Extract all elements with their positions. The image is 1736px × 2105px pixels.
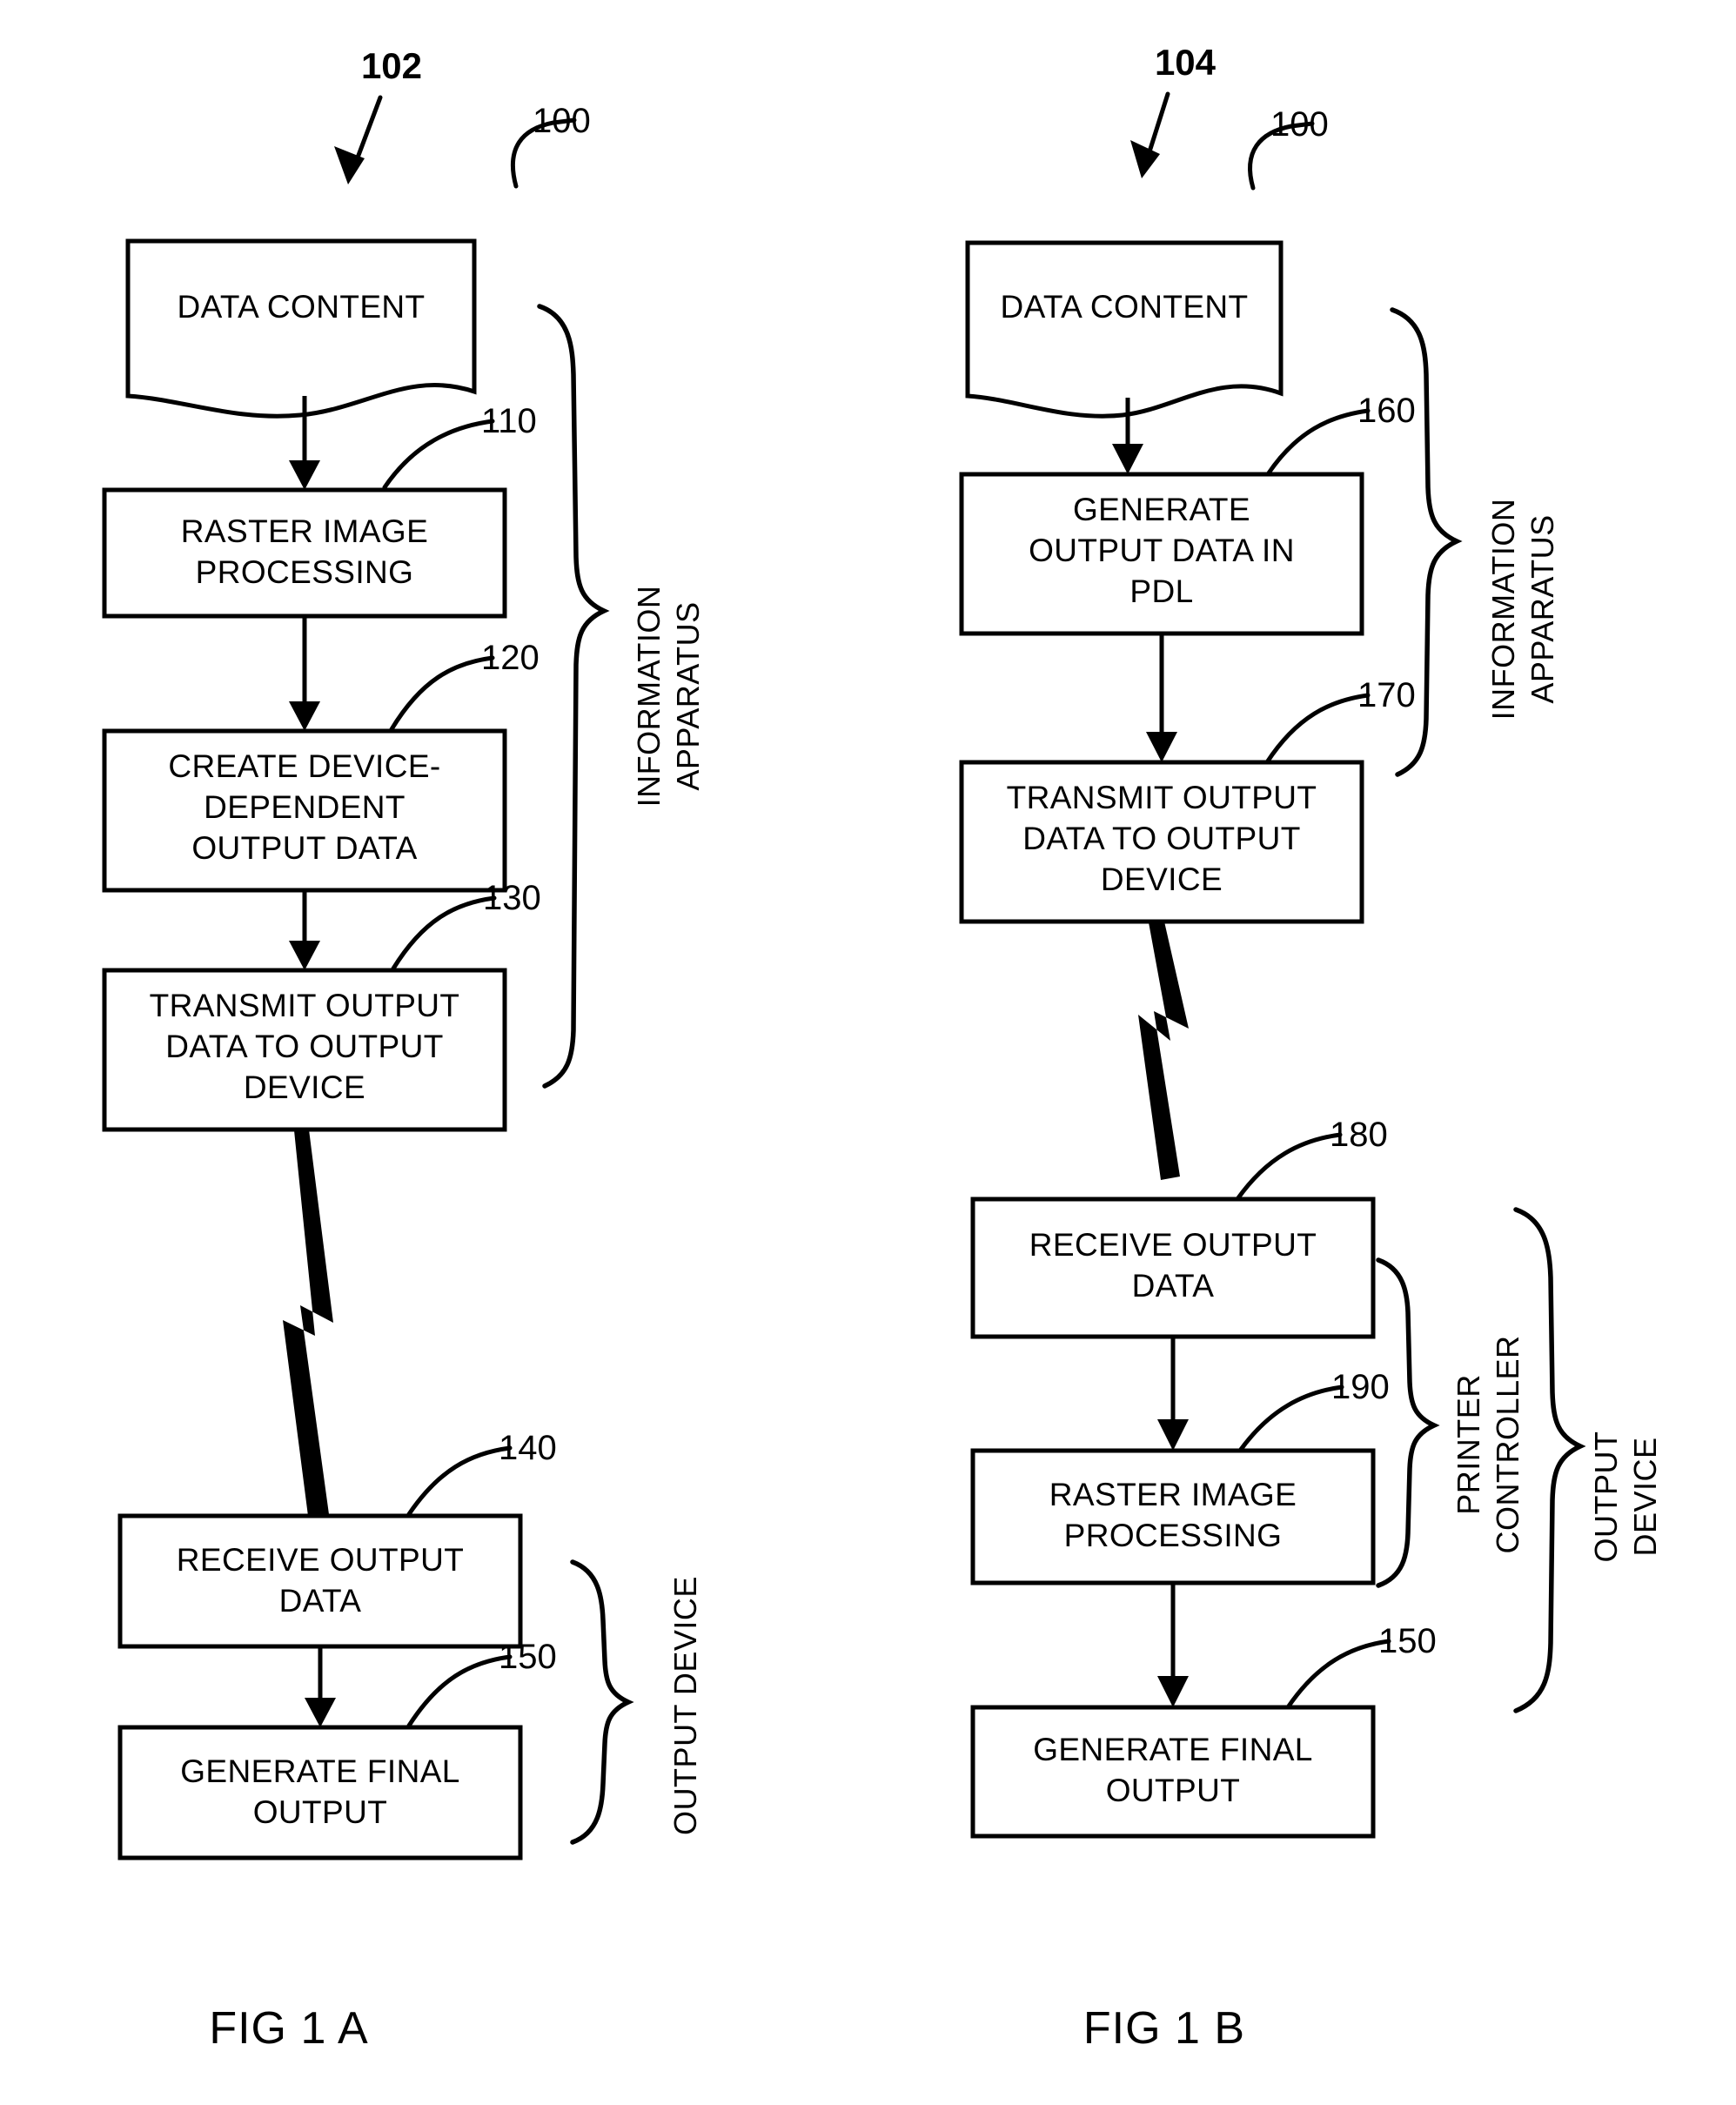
box-data-content-b: DATA CONTENT bbox=[965, 240, 1284, 419]
box-receive-b-line1: RECEIVE OUTPUT bbox=[1029, 1227, 1317, 1263]
group-label-outdev-a: OUTPUT DEVICE bbox=[667, 1576, 703, 1835]
ref-140-leader: 140 bbox=[406, 1429, 557, 1517]
group-label-output-device-b: OUTPUT DEVICE bbox=[1588, 1431, 1663, 1563]
ref-100-label-a: 100 bbox=[533, 102, 591, 140]
arrow-b-4 bbox=[1157, 1583, 1189, 1707]
box-generate-final-b-line1: GENERATE FINAL bbox=[1033, 1732, 1313, 1767]
box-receive-b-line2: DATA bbox=[1132, 1268, 1215, 1304]
ref-100-leader-b: 100 bbox=[1248, 105, 1329, 191]
box-receive-b: RECEIVE OUTPUT DATA bbox=[970, 1197, 1376, 1339]
box-transmit-a-line1: TRANSMIT OUTPUT bbox=[150, 988, 460, 1023]
group-label-info-a-line2: APPARATUS bbox=[670, 601, 706, 790]
ref-150-label-b: 150 bbox=[1378, 1622, 1437, 1660]
ref-150-leader-b: 150 bbox=[1285, 1622, 1437, 1710]
arrow-a-4 bbox=[305, 1646, 336, 1727]
box-raster-image-b-line1: RASTER IMAGE bbox=[1049, 1477, 1297, 1512]
box-data-content-a: DATA CONTENT bbox=[125, 238, 477, 419]
brace-output-device-b bbox=[1513, 1207, 1586, 1713]
ref-150-leader-a: 150 bbox=[406, 1638, 557, 1728]
ref-170-leader: 170 bbox=[1264, 676, 1416, 765]
ref-100-leader-a: 100 bbox=[510, 102, 591, 189]
group-label-od-b-line1: OUTPUT bbox=[1588, 1431, 1624, 1563]
ref-150-label-a: 150 bbox=[499, 1638, 557, 1676]
ref-160-leader: 160 bbox=[1265, 392, 1416, 477]
box-receive-a-line1: RECEIVE OUTPUT bbox=[177, 1542, 464, 1578]
box-transmit-a-line2: DATA TO OUTPUT bbox=[165, 1029, 443, 1064]
caption-fig-1b: FIG 1 B bbox=[1083, 2003, 1245, 2054]
box-raster-image-a-line1: RASTER IMAGE bbox=[181, 513, 428, 549]
box-create-device-a-line2: DEPENDENT bbox=[204, 789, 406, 825]
box-generate-final-a-line2: OUTPUT bbox=[253, 1794, 388, 1830]
box-data-content-a-label: DATA CONTENT bbox=[177, 289, 425, 325]
arrow-b-2 bbox=[1146, 634, 1177, 762]
group-label-info-a-line1: INFORMATION bbox=[631, 586, 667, 808]
ref-130-label: 130 bbox=[483, 879, 541, 917]
ref-190-leader: 190 bbox=[1237, 1368, 1390, 1453]
box-transmit-b: TRANSMIT OUTPUT DATA TO OUTPUT DEVICE bbox=[959, 760, 1364, 924]
box-transmit-a: TRANSMIT OUTPUT DATA TO OUTPUT DEVICE bbox=[102, 968, 507, 1132]
ref-140-label: 140 bbox=[499, 1429, 557, 1467]
group-label-information-apparatus-a: INFORMATION APPARATUS bbox=[631, 586, 706, 808]
box-transmit-b-line3: DEVICE bbox=[1101, 861, 1223, 897]
ref-110-label: 110 bbox=[481, 402, 537, 440]
ref-160-label: 160 bbox=[1357, 392, 1416, 430]
group-label-info-b-line2: APPARATUS bbox=[1525, 514, 1560, 703]
box-raster-image-a: RASTER IMAGE PROCESSING bbox=[102, 487, 507, 619]
figure-canvas: 102 100 DATA CONTENT 110 RASTER IMAGE PR… bbox=[102, 42, 1663, 2054]
group-label-output-device-a: OUTPUT DEVICE bbox=[667, 1576, 703, 1835]
caption-fig-1a: FIG 1 A bbox=[209, 2003, 368, 2054]
box-generate-pdl-line3: PDL bbox=[1129, 573, 1193, 609]
box-generate-pdl-line2: OUTPUT DATA IN bbox=[1029, 533, 1295, 568]
box-generate-final-b: GENERATE FINAL OUTPUT bbox=[970, 1705, 1376, 1839]
box-raster-image-b-line2: PROCESSING bbox=[1064, 1518, 1283, 1553]
patent-figure-page: 102 100 DATA CONTENT 110 RASTER IMAGE PR… bbox=[0, 0, 1736, 2105]
brace-printer-controller-b bbox=[1376, 1257, 1440, 1588]
box-transmit-b-line1: TRANSMIT OUTPUT bbox=[1007, 780, 1317, 815]
group-label-od-b-line2: DEVICE bbox=[1627, 1437, 1663, 1556]
box-raster-image-b: RASTER IMAGE PROCESSING bbox=[970, 1448, 1376, 1585]
ref-180-label: 180 bbox=[1330, 1116, 1388, 1154]
box-data-content-b-label: DATA CONTENT bbox=[1000, 289, 1248, 325]
ref-102-label: 102 bbox=[361, 45, 422, 86]
figure-1b: 104 100 DATA CONTENT 160 GENERATE OUTPUT… bbox=[959, 42, 1663, 2054]
ref-190-label: 190 bbox=[1331, 1368, 1390, 1406]
box-create-device-a-line3: OUTPUT DATA bbox=[191, 830, 417, 866]
ref-100-label-b: 100 bbox=[1270, 105, 1329, 144]
ref-120-label: 120 bbox=[481, 639, 540, 677]
group-label-pc-b-line1: PRINTER bbox=[1451, 1374, 1486, 1515]
ref-104-pointer bbox=[1130, 91, 1170, 178]
ref-110-leader: 110 bbox=[382, 402, 537, 490]
brace-information-apparatus-a bbox=[537, 304, 610, 1089]
group-label-printer-controller-b: PRINTER CONTROLLER bbox=[1451, 1335, 1525, 1553]
box-receive-a: RECEIVE OUTPUT DATA bbox=[117, 1513, 523, 1649]
box-generate-pdl-b: GENERATE OUTPUT DATA IN PDL bbox=[959, 472, 1364, 636]
figure-1a: 102 100 DATA CONTENT 110 RASTER IMAGE PR… bbox=[102, 45, 706, 2054]
group-label-pc-b-line2: CONTROLLER bbox=[1490, 1335, 1525, 1553]
box-create-device-a-line1: CREATE DEVICE- bbox=[168, 748, 440, 784]
ref-170-label: 170 bbox=[1357, 676, 1416, 714]
box-transmit-a-line3: DEVICE bbox=[244, 1069, 365, 1105]
box-generate-final-a-line1: GENERATE FINAL bbox=[180, 1753, 460, 1789]
box-generate-pdl-line1: GENERATE bbox=[1073, 492, 1250, 527]
brace-output-device-a bbox=[570, 1559, 634, 1845]
ref-120-leader: 120 bbox=[389, 639, 540, 732]
group-label-information-apparatus-b: INFORMATION APPARATUS bbox=[1485, 499, 1560, 721]
box-generate-final-b-line2: OUTPUT bbox=[1106, 1773, 1241, 1808]
box-transmit-b-line2: DATA TO OUTPUT bbox=[1022, 821, 1300, 856]
arrow-a-3 bbox=[289, 890, 320, 970]
arrow-b-1 bbox=[1112, 398, 1143, 474]
ref-104-label: 104 bbox=[1155, 42, 1217, 83]
box-create-device-a: CREATE DEVICE- DEPENDENT OUTPUT DATA bbox=[102, 728, 507, 893]
box-receive-a-line2: DATA bbox=[279, 1583, 362, 1619]
ref-180-leader: 180 bbox=[1235, 1116, 1388, 1202]
ref-102-pointer bbox=[334, 95, 383, 184]
box-raster-image-a-line2: PROCESSING bbox=[196, 554, 414, 590]
arrow-a-1 bbox=[289, 396, 320, 490]
lightning-bolt-connector-b bbox=[1138, 922, 1189, 1180]
arrow-b-3 bbox=[1157, 1337, 1189, 1451]
lightning-bolt-connector-a bbox=[283, 1130, 333, 1516]
box-generate-final-a: GENERATE FINAL OUTPUT bbox=[117, 1725, 523, 1860]
group-label-info-b-line1: INFORMATION bbox=[1485, 499, 1521, 721]
arrow-a-2 bbox=[289, 616, 320, 731]
